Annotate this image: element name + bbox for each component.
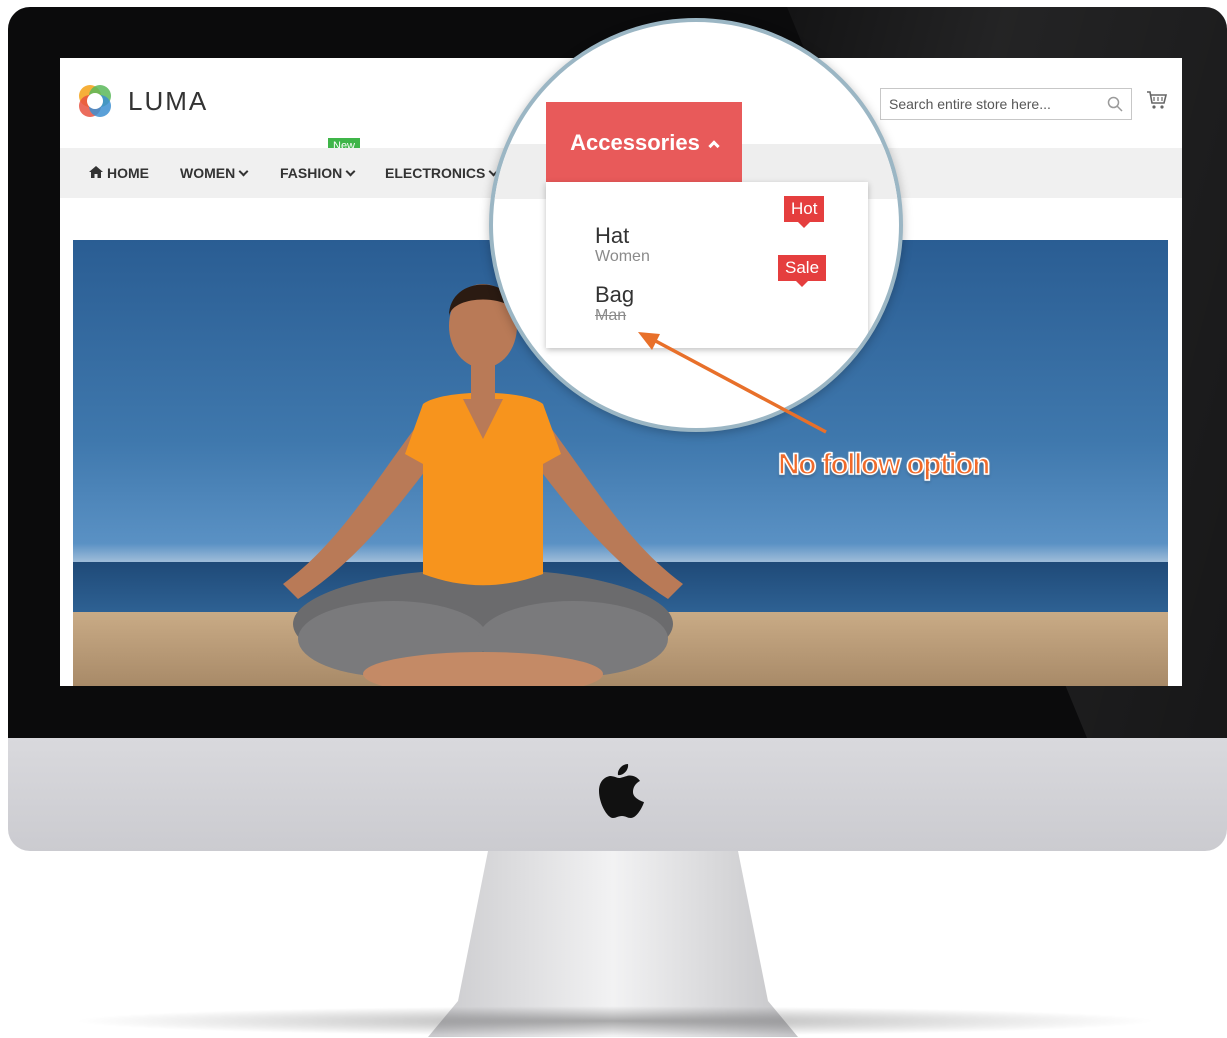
- chevron-down-icon: [345, 166, 356, 177]
- luma-logo-icon: [79, 85, 111, 117]
- chevron-down-icon: [238, 166, 249, 177]
- imac-mockup: LUMA New HO: [0, 0, 1227, 1038]
- nav-item-women[interactable]: WOMEN: [180, 165, 249, 181]
- cart-icon[interactable]: [1146, 90, 1168, 110]
- nav-label: WOMEN: [180, 165, 236, 181]
- chevron-up-icon: [708, 140, 720, 152]
- nav-item-electronics[interactable]: ELECTRONICS: [385, 165, 499, 181]
- nav-label: Accessories: [570, 130, 700, 155]
- sale-badge: Sale: [778, 255, 827, 287]
- nav-label: FASHION: [280, 165, 343, 181]
- imac-base-shadow: [70, 1006, 1160, 1036]
- search-input[interactable]: [881, 89, 1091, 119]
- nav-item-accessories[interactable]: Accessories: [546, 102, 742, 182]
- dropdown-item-title: Hat: [595, 223, 630, 248]
- nav-item-fashion[interactable]: FASHION: [280, 165, 356, 181]
- dropdown-item-title: Bag: [595, 282, 635, 307]
- nav-label: ELECTRONICS: [385, 165, 486, 181]
- search-box: [880, 88, 1132, 120]
- dropdown-item-bag[interactable]: Bag Man: [595, 283, 634, 325]
- dropdown-item-subtitle: Women: [595, 248, 650, 265]
- hot-badge: Hot: [784, 196, 825, 228]
- arrow-icon: [638, 332, 827, 434]
- dropdown-item-hat[interactable]: Hat Women: [595, 224, 650, 266]
- nav-item-home[interactable]: HOME: [88, 165, 149, 181]
- apple-logo-icon: [599, 764, 644, 818]
- logo-text: LUMA: [128, 85, 209, 116]
- search-icon[interactable]: [1107, 96, 1123, 112]
- nav-label: HOME: [107, 165, 149, 181]
- logo[interactable]: LUMA: [74, 80, 208, 122]
- home-icon: [89, 166, 103, 178]
- annotation-label: No follow option: [777, 447, 991, 482]
